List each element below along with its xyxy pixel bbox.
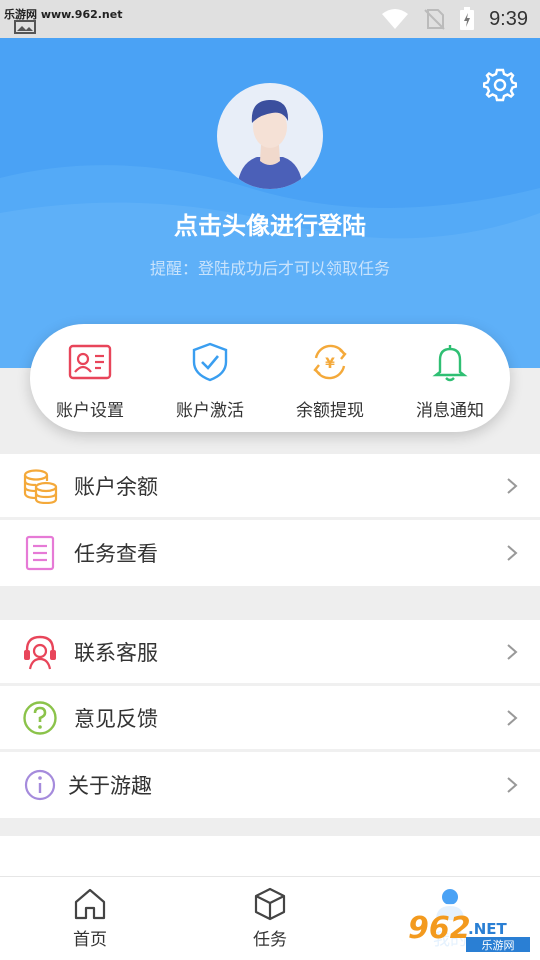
coins-icon: [23, 468, 58, 504]
quick-action-label: 账户设置: [56, 401, 124, 421]
battery-charging-icon: [460, 7, 475, 30]
logo-number: 962: [408, 911, 471, 946]
logo-suffix: .NET: [468, 920, 507, 938]
quick-action-label: 消息通知: [416, 401, 484, 421]
menu-item-label: 意见反馈: [74, 706, 158, 731]
nav-tab-label: 首页: [73, 930, 107, 950]
notifications-button[interactable]: 消息通知: [390, 324, 510, 432]
home-icon: [74, 888, 106, 920]
settings-gear-icon[interactable]: [483, 68, 517, 102]
menu-item-about[interactable]: 关于游趣: [0, 752, 540, 818]
menu-item-contact-support[interactable]: 联系客服: [0, 620, 540, 686]
wifi-icon: [382, 9, 409, 29]
chevron-right-icon: [507, 477, 518, 494]
menu-item-feedback[interactable]: 意见反馈: [0, 686, 540, 752]
menu-item-account-balance[interactable]: 账户余额: [0, 454, 540, 520]
quick-action-label: 余额提现: [296, 401, 364, 421]
menu-item-label: 关于游趣: [68, 774, 152, 798]
menu-item-label: 任务查看: [74, 542, 158, 566]
logo-subtitle: 乐游网: [482, 939, 515, 952]
site-logo-badge: 962 .NET 乐游网: [404, 904, 534, 954]
headset-icon: [24, 635, 56, 669]
status-icons: 9:39: [381, 5, 528, 33]
nav-tab-label: 任务: [253, 930, 287, 950]
question-icon: [23, 700, 57, 735]
default-user-avatar-icon: [237, 99, 303, 189]
yuan-exchange-icon: ¥: [313, 344, 347, 380]
id-card-icon: [68, 344, 112, 380]
status-bar: 乐游网 www.962.net 9:39: [0, 0, 540, 38]
quick-action-label: 账户激活: [176, 401, 244, 421]
withdraw-balance-button[interactable]: ¥ 余额提现: [270, 324, 390, 432]
chevron-right-icon: [507, 643, 518, 660]
shield-check-icon: [192, 342, 228, 382]
login-hint-text: 提醒：登陆成功后才可以领取任务: [149, 259, 390, 278]
info-icon: [24, 769, 56, 801]
chevron-right-icon: [507, 545, 518, 561]
profile-header: 点击头像进行登陆 提醒：登陆成功后才可以领取任务: [0, 38, 540, 368]
bell-icon: [432, 345, 468, 382]
login-prompt-title[interactable]: 点击头像进行登陆: [0, 206, 540, 241]
nav-tab-tasks[interactable]: 任务: [180, 877, 360, 960]
menu-item-label: 账户余额: [74, 474, 158, 499]
account-activate-button[interactable]: 账户激活: [150, 324, 270, 432]
menu-group-support: 联系客服 意见反馈 关于游趣: [0, 620, 540, 818]
task-list-icon: [25, 535, 55, 571]
menu-group-account: 账户余额 任务查看: [0, 454, 540, 586]
image-icon: [14, 20, 36, 34]
nav-tab-home[interactable]: 首页: [0, 877, 180, 960]
no-sim-icon: [424, 9, 445, 30]
clock-time: 9:39: [489, 7, 528, 30]
avatar[interactable]: [217, 83, 323, 189]
quick-actions-card: 账户设置 账户激活 ¥ 余额提现 消息通知: [30, 324, 510, 432]
menu-item-label: 联系客服: [74, 640, 158, 665]
chevron-right-icon: [507, 709, 518, 726]
content-spacer: [0, 836, 540, 876]
box-icon: [254, 887, 286, 921]
menu-item-task-view[interactable]: 任务查看: [0, 520, 540, 586]
account-settings-button[interactable]: 账户设置: [30, 324, 150, 432]
chevron-right-icon: [507, 777, 518, 793]
svg-text:¥: ¥: [325, 356, 335, 372]
